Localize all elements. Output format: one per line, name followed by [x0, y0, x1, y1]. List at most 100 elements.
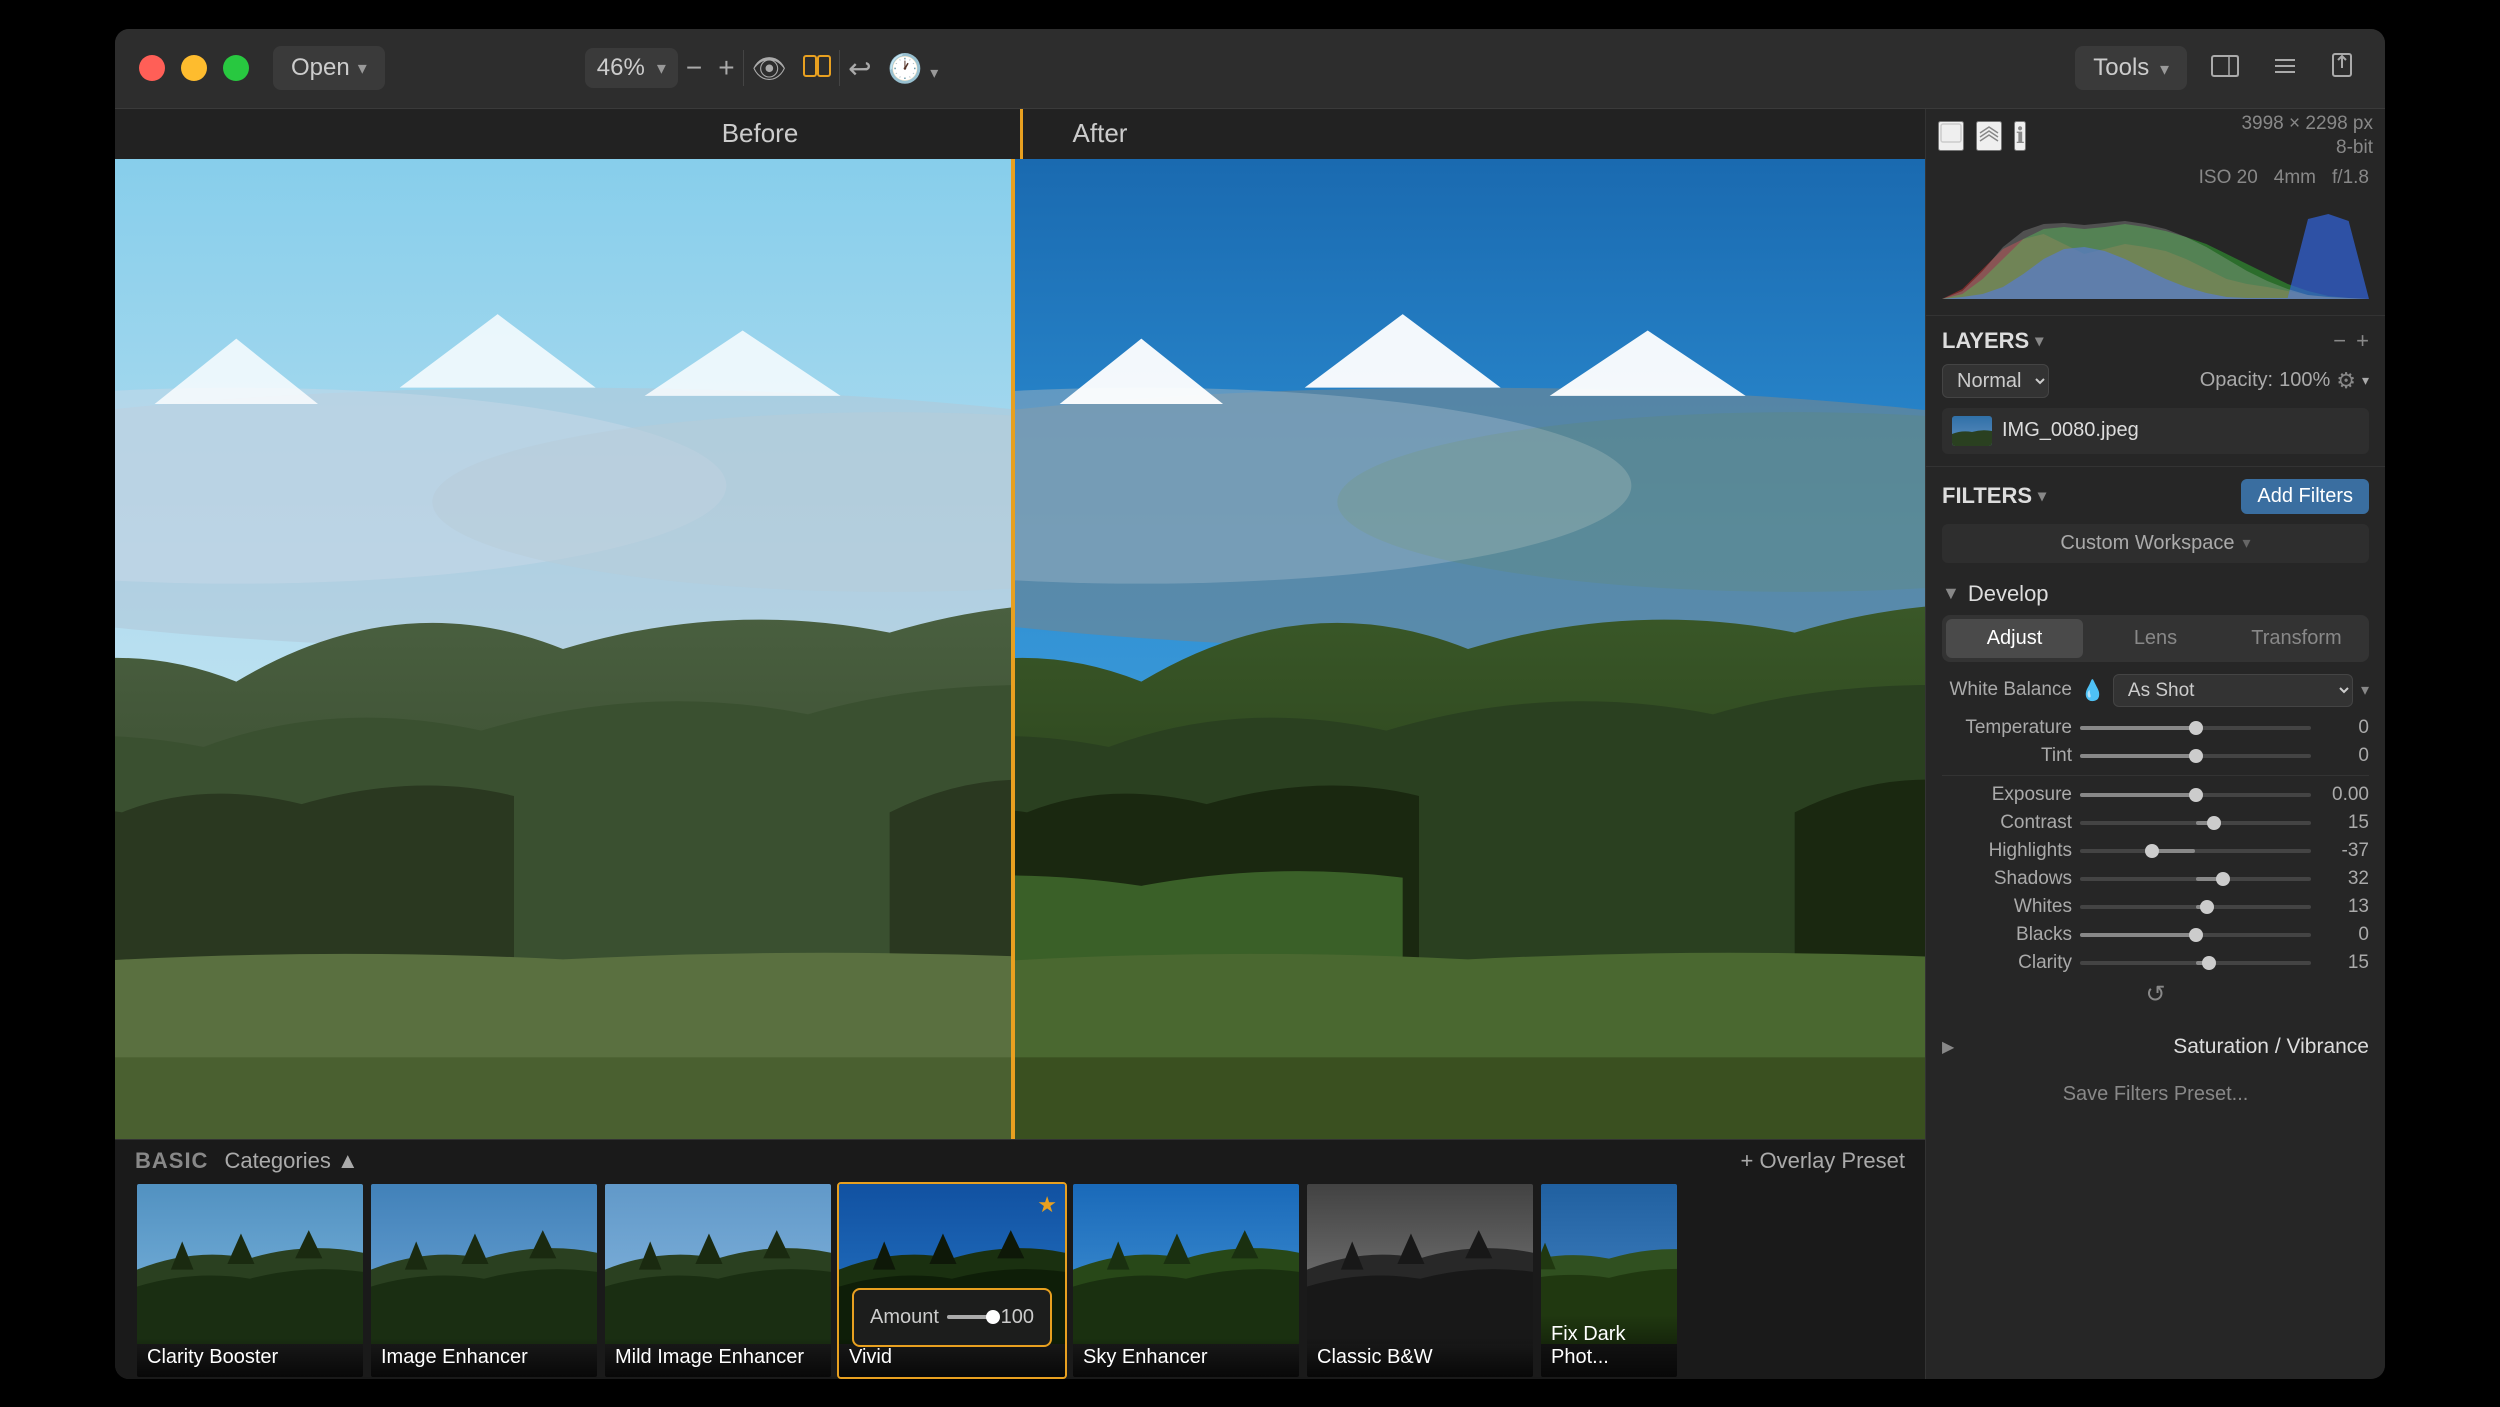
zoom-out-button[interactable]: − — [678, 50, 710, 86]
workspace-selector[interactable]: Custom Workspace ▾ — [1942, 524, 2369, 563]
tools-button[interactable]: Tools ▾ — [2075, 46, 2187, 90]
image-bitdepth: 8-bit — [2336, 137, 2373, 159]
minimize-button[interactable] — [181, 55, 207, 81]
shadows-value: 32 — [2319, 868, 2369, 890]
filters-header: FILTERS ▾ Add Filters — [1942, 479, 2369, 514]
wb-select[interactable]: As Shot — [2113, 674, 2353, 707]
highlights-label: Highlights — [1942, 840, 2072, 862]
tab-lens[interactable]: Lens — [2087, 619, 2224, 658]
tab-transform[interactable]: Transform — [2228, 619, 2365, 658]
eyedropper-button[interactable]: 💧 — [2080, 678, 2105, 703]
preset-label: Fix Dark Phot... — [1541, 1315, 1677, 1377]
add-filters-button[interactable]: Add Filters — [2241, 479, 2369, 514]
preset-item[interactable]: Clarity Booster — [135, 1182, 365, 1379]
focal-info: 4mm — [2274, 167, 2316, 189]
image-before — [115, 159, 1011, 1139]
whites-row: Whites 13 — [1942, 896, 2369, 918]
image-container[interactable] — [115, 159, 1925, 1139]
image-dimensions: 3998 × 2298 px — [2241, 113, 2373, 135]
blacks-value: 0 — [2319, 924, 2369, 946]
layer-thumbnail — [1952, 416, 1992, 446]
undo-button[interactable]: ↩ — [840, 44, 879, 93]
tab-adjust[interactable]: Adjust — [1946, 619, 2083, 658]
before-label: Before — [722, 118, 799, 149]
zoom-in-button[interactable]: + — [710, 50, 742, 86]
preset-item[interactable]: Mild Image Enhancer — [603, 1182, 833, 1379]
split-divider — [1020, 109, 1023, 159]
blacks-label: Blacks — [1942, 924, 2072, 946]
amount-slider[interactable] — [947, 1315, 993, 1319]
main-area: Before After — [115, 109, 2385, 1379]
tint-label: Tint — [1942, 745, 2072, 767]
contrast-value: 15 — [2319, 812, 2369, 834]
filters-section: FILTERS ▾ Add Filters Custom Workspace ▾… — [1926, 467, 2385, 1379]
export-button[interactable] — [2323, 44, 2361, 93]
contrast-slider[interactable] — [2080, 821, 2311, 825]
preset-thumb — [605, 1184, 831, 1344]
contrast-row: Contrast 15 — [1942, 812, 2369, 834]
preset-item[interactable]: Sky Enhancer — [1071, 1182, 1301, 1379]
blacks-slider[interactable] — [2080, 933, 2311, 937]
temperature-label: Temperature — [1942, 717, 2072, 739]
exposure-label: Exposure — [1942, 784, 2072, 806]
preset-thumb — [137, 1184, 363, 1344]
categories-button[interactable]: Categories ▲ — [224, 1148, 358, 1174]
clarity-row: Clarity 15 — [1942, 952, 2369, 974]
panels-button-1[interactable] — [2203, 44, 2247, 92]
whites-value: 13 — [2319, 896, 2369, 918]
right-panel: ℹ 3998 × 2298 px 8-bit ISO 20 4mm f/1.8 — [1925, 109, 2385, 1379]
split-view-button[interactable] — [795, 44, 839, 92]
layers-header: LAYERS ▾ − + — [1942, 328, 2369, 354]
layers-actions: − + — [2333, 328, 2369, 354]
before-after-labels: Before After — [115, 109, 1925, 159]
overlay-preset-button[interactable]: + Overlay Preset — [1741, 1148, 1905, 1174]
open-label: Open — [291, 54, 350, 82]
saturation-header[interactable]: ▶ Saturation / Vibrance — [1942, 1027, 2369, 1067]
preset-item[interactable]: Classic B&W — [1305, 1182, 1535, 1379]
main-window: Open ▾ 46% ▾ − + 👁 ↩ 🕐 ▾ Tools ▾ — [115, 29, 2385, 1379]
preset-item[interactable]: Image Enhancer — [369, 1182, 599, 1379]
histogram-icon[interactable] — [1938, 121, 1964, 151]
blacks-row: Blacks 0 — [1942, 924, 2369, 946]
develop-header[interactable]: ▼ Develop — [1942, 573, 2369, 615]
contrast-label: Contrast — [1942, 812, 2072, 834]
panels-button-2[interactable] — [2263, 44, 2307, 92]
preset-item-active[interactable]: Amount 100 Vivid ★ — [837, 1182, 1067, 1379]
maximize-button[interactable] — [223, 55, 249, 81]
split-line — [1011, 159, 1015, 1139]
blend-mode-select[interactable]: Normal — [1942, 364, 2049, 398]
opacity-settings[interactable]: ⚙ — [2336, 368, 2356, 394]
history-button[interactable]: 🕐 ▾ — [880, 44, 947, 93]
preset-item[interactable]: Fix Dark Phot... — [1539, 1182, 1679, 1379]
layer-row[interactable]: IMG_0080.jpeg — [1942, 408, 2369, 454]
saturation-section: ▶ Saturation / Vibrance — [1942, 1019, 2369, 1075]
layers-title: LAYERS ▾ — [1942, 328, 2043, 354]
zoom-value: 46% — [597, 54, 645, 82]
temperature-slider[interactable] — [2080, 726, 2311, 730]
preset-thumb — [1307, 1184, 1533, 1344]
shadows-label: Shadows — [1942, 868, 2072, 890]
info-icon[interactable]: ℹ — [2014, 121, 2026, 151]
open-button[interactable]: Open ▾ — [273, 46, 385, 90]
whites-slider[interactable] — [2080, 905, 2311, 909]
tint-value: 0 — [2319, 745, 2369, 767]
aperture-info: f/1.8 — [2332, 167, 2369, 189]
layers-icon[interactable] — [1976, 121, 2002, 151]
exposure-value: 0.00 — [2319, 784, 2369, 806]
preset-label: Sky Enhancer — [1073, 1338, 1299, 1377]
reset-button[interactable]: ↺ — [2145, 980, 2165, 1009]
preset-strip-header: BASIC Categories ▲ + Overlay Preset — [115, 1140, 1925, 1182]
highlights-value: -37 — [2319, 840, 2369, 862]
add-layer-button[interactable]: + — [2356, 328, 2369, 354]
close-button[interactable] — [139, 55, 165, 81]
minimize-button[interactable]: − — [2333, 328, 2346, 354]
zoom-control: 46% ▾ — [585, 48, 678, 88]
preview-button[interactable]: 👁 — [744, 44, 796, 93]
highlights-slider[interactable] — [2080, 849, 2311, 853]
saturation-title: Saturation / Vibrance — [2173, 1035, 2369, 1059]
tint-slider[interactable] — [2080, 754, 2311, 758]
save-preset-button[interactable]: Save Filters Preset... — [1942, 1075, 2369, 1114]
clarity-slider[interactable] — [2080, 961, 2311, 965]
exposure-slider[interactable] — [2080, 793, 2311, 797]
shadows-slider[interactable] — [2080, 877, 2311, 881]
